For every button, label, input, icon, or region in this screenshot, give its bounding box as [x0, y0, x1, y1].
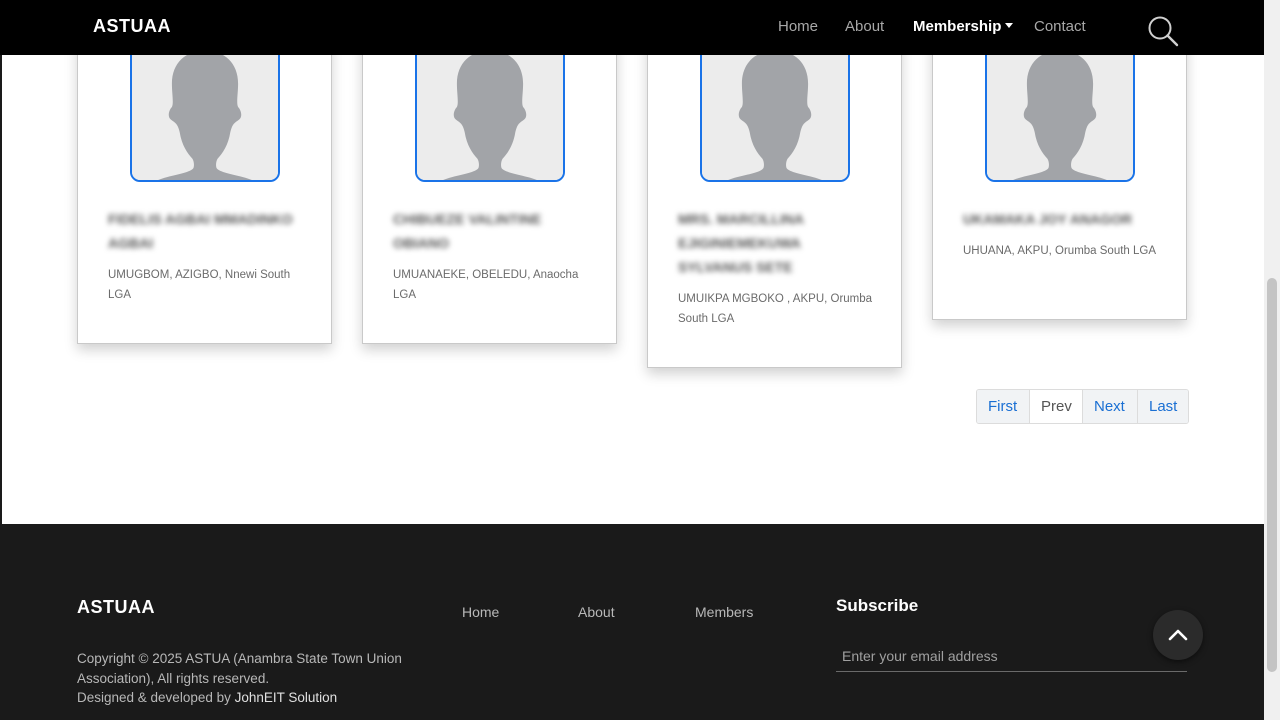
pagination-next[interactable]: Next [1083, 390, 1138, 423]
chevron-up-icon [1168, 629, 1188, 641]
member-location: UHUANA, AKPU, Orumba South LGA [963, 245, 1157, 257]
pagination-first[interactable]: First [977, 390, 1030, 423]
nav-membership-label: Membership [913, 18, 1002, 35]
brand-logo[interactable]: ASTUAA [93, 16, 171, 37]
pagination-last[interactable]: Last [1138, 390, 1188, 423]
developer-link[interactable]: JohnEIT Solution [235, 690, 338, 705]
member-location: UMUIKPA MGBOKO , AKPU, Orumba South LGA [678, 293, 873, 325]
nav-contact[interactable]: Contact [1034, 18, 1086, 35]
footer-link-about[interactable]: About [578, 604, 615, 620]
members-section: FIDELIS AGBAI MMADINKO AGBAI UMUGBOM, AZ… [2, 0, 1264, 524]
designed-by-text: Designed & developed by [77, 690, 235, 705]
page: FIDELIS AGBAI MMADINKO AGBAI UMUGBOM, AZ… [0, 0, 1264, 720]
footer-brand: ASTUAA [77, 597, 155, 617]
nav-home[interactable]: Home [778, 18, 818, 35]
member-location: UMUGBOM, AZIGBO, Nnewi South LGA [108, 269, 291, 301]
pagination: First Prev Next Last [976, 389, 1189, 424]
member-name: MRS. MARCILLINA EJIGINIEMEKUWA SYLVANUS … [678, 211, 804, 275]
page-scrollbar[interactable] [1264, 0, 1280, 720]
member-location: UMUANAEKE, OBELEDU, Anaocha LGA [393, 269, 579, 301]
nav-about[interactable]: About [845, 18, 884, 35]
footer-link-home[interactable]: Home [462, 604, 499, 620]
member-name: UKAMAKA JOY ANAGOR [963, 211, 1133, 227]
member-card[interactable]: FIDELIS AGBAI MMADINKO AGBAI UMUGBOM, AZ… [77, 31, 332, 344]
member-name: CHIBUEZE VALINTINE OBIANO [393, 211, 542, 251]
search-icon [1148, 16, 1179, 47]
copyright-text: Copyright © 2025 ASTUA (Anambra State To… [77, 651, 402, 686]
nav-membership[interactable]: Membership [913, 18, 1014, 35]
member-card[interactable]: MRS. MARCILLINA EJIGINIEMEKUWA SYLVANUS … [647, 31, 902, 368]
footer-link-members[interactable]: Members [695, 604, 753, 620]
member-name: FIDELIS AGBAI MMADINKO AGBAI [108, 211, 293, 251]
top-navbar: ASTUAA Home About Membership Contact [0, 0, 1264, 55]
footer: ASTUAA Copyright © 2025 ASTUA (Anambra S… [0, 524, 1264, 720]
scroll-to-top-button[interactable] [1153, 610, 1203, 660]
scrollbar-thumb[interactable] [1267, 278, 1277, 672]
member-card[interactable]: UKAMAKA JOY ANAGOR UHUANA, AKPU, Orumba … [932, 31, 1187, 320]
subscribe-title: Subscribe [836, 596, 919, 615]
member-card[interactable]: CHIBUEZE VALINTINE OBIANO UMUANAEKE, OBE… [362, 31, 617, 344]
subscribe-email-input[interactable] [836, 640, 1187, 672]
caret-down-icon [1005, 22, 1014, 28]
footer-copyright: Copyright © 2025 ASTUA (Anambra State To… [77, 649, 417, 708]
pagination-prev[interactable]: Prev [1030, 390, 1083, 423]
search-button[interactable] [1146, 15, 1180, 47]
